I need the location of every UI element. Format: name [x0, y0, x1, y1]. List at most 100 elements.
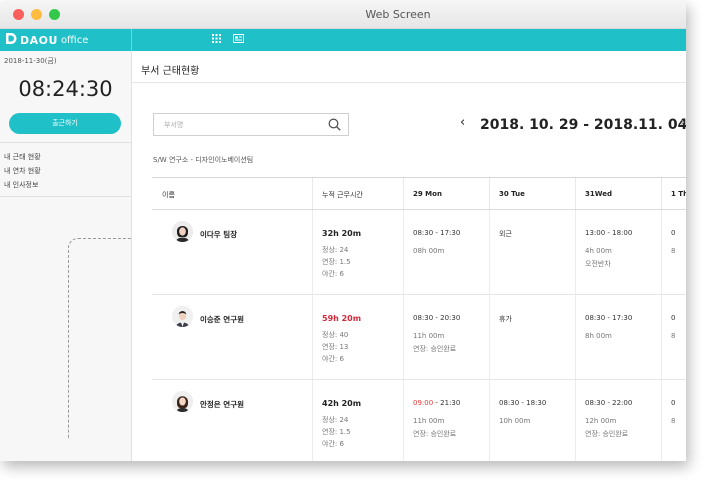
current-time-clock: 08:24:30 [18, 77, 113, 101]
regular-hours: 정상: 40 [322, 331, 349, 339]
work-status: 휴가 [499, 315, 512, 323]
avatar[interactable] [172, 391, 193, 412]
total-hours: 32h 20m [322, 229, 362, 238]
table-row[interactable]: 이승준 연구원 59h 20m 정상: 40 연장: 13 야간: 6 08:3… [152, 295, 686, 380]
column-header-day[interactable]: 29 Mon [403, 178, 490, 210]
overtime-approval: 연장: 승인완료 [413, 345, 457, 353]
work-duration: 08h 00m [413, 247, 445, 255]
day-cell[interactable]: 08:30 - 17:30 8h 00m [575, 295, 662, 379]
day-cell[interactable]: 08:30 - 17:30 08h 00m [403, 210, 490, 294]
overtime-hours: 연장: 13 [322, 343, 349, 351]
total-hours-cell: 42h 20m 정상: 24 연장: 1.5 야간: 6 [312, 380, 404, 461]
column-header-day[interactable]: 31Wed [575, 178, 662, 210]
work-duration: 8 [671, 417, 676, 425]
day-cell[interactable]: 13:00 - 18:00 4h 00m 오전반차 [575, 210, 662, 294]
sidebar-link-my-attendance[interactable]: 내 근태 현황 [4, 152, 41, 162]
overtime-hours: 연장: 1.5 [322, 258, 351, 266]
logo-mark-icon [5, 32, 17, 49]
day-cell[interactable]: 08:30 - 18:30 10h 00m [489, 380, 576, 461]
night-hours: 야간: 6 [322, 440, 344, 448]
table-row[interactable]: 안정은 연구원 42h 20m 정상: 24 연장: 1.5 야간: 6 09:… [152, 380, 686, 461]
work-time: 0 [671, 229, 676, 237]
next-week-button[interactable]: › [680, 115, 685, 130]
logo-sub: office [60, 34, 89, 46]
late-clock-in-time: 09:00 [413, 399, 434, 407]
regular-hours: 정상: 24 [322, 246, 349, 254]
total-hours-cell: 32h 20m 정상: 24 연장: 1.5 야간: 6 [312, 210, 404, 294]
total-hours: 59h 20m [322, 314, 362, 323]
work-time: 08:30 - 17:30 [585, 314, 633, 322]
card-icon[interactable] [233, 34, 244, 43]
work-time: 08:30 - 22:00 [585, 399, 633, 407]
browser-window: Web Screen DAOU office 2018-11-30(금) 08:… [0, 0, 686, 461]
department-search [153, 113, 349, 136]
day-cell[interactable]: 0 8 [661, 295, 686, 379]
work-duration: 11h 00m [413, 417, 445, 425]
attendance-table: 이름 누적 근무시간 29 Mon 30 Tue 31Wed 1 Th 이다우 … [152, 177, 686, 461]
topbar-divider [131, 29, 132, 51]
clock-out-time: - 21:30 [433, 399, 461, 407]
clock-in-button[interactable]: 출근하기 [9, 113, 121, 134]
name-cell: 이다우 팀장 [152, 210, 313, 294]
sidebar-divider [0, 142, 131, 143]
work-time: 09:00 - 21:30 [413, 399, 460, 407]
day-cell[interactable]: 0 8 [661, 380, 686, 461]
avatar[interactable] [172, 221, 193, 242]
sidebar-link-my-hr-info[interactable]: 내 인사정보 [4, 180, 38, 190]
work-duration: 11h 00m [413, 332, 445, 340]
main-content: 부서 근태현황 ‹ 2018. 10. 29 - 2018.11. 04 › S… [132, 51, 686, 461]
column-header-day[interactable]: 30 Tue [489, 178, 576, 210]
day-cell[interactable]: 08:30 - 20:30 11h 00m 연장: 승인완료 [403, 295, 490, 379]
employee-name: 안정은 연구원 [200, 400, 245, 409]
day-cell[interactable]: 0 8 [661, 210, 686, 294]
work-duration: 4h 00m [585, 247, 612, 255]
employee-name: 이승준 연구원 [200, 315, 245, 324]
search-icon[interactable] [328, 118, 341, 131]
grid-icon[interactable] [212, 34, 221, 43]
overtime-approval: 연장: 승인완료 [585, 430, 629, 438]
week-range: 2018. 10. 29 - 2018.11. 04 [480, 117, 686, 133]
work-duration: 12h 00m [585, 417, 617, 425]
work-duration: 8 [671, 332, 676, 340]
previous-week-button[interactable]: ‹ [460, 115, 465, 130]
work-duration: 10h 00m [499, 417, 531, 425]
department-path: S/W 연구소 - 디자인이노베이션팀 [153, 156, 254, 164]
sidebar-link-my-annual-leave[interactable]: 내 연차 현황 [4, 166, 41, 176]
night-hours: 야간: 6 [322, 270, 344, 278]
page-title: 부서 근태현황 [141, 66, 200, 77]
name-cell: 이승준 연구원 [152, 295, 313, 379]
day-cell[interactable]: 외근 [489, 210, 576, 294]
work-time: 08:30 - 20:30 [413, 314, 461, 322]
regular-hours: 정상: 24 [322, 416, 349, 424]
column-header-total-hours[interactable]: 누적 근무시간 [312, 178, 404, 210]
sidebar-divider [0, 196, 131, 197]
work-time: 13:00 - 18:00 [585, 229, 633, 237]
overtime-approval: 연장: 승인완료 [413, 430, 457, 438]
name-cell: 안정은 연구원 [152, 380, 313, 461]
employee-name: 이다우 팀장 [200, 230, 238, 239]
day-cell[interactable]: 휴가 [489, 295, 576, 379]
window-titlebar: Web Screen [0, 0, 686, 29]
avatar[interactable] [172, 306, 193, 327]
app-topbar: DAOU office [0, 29, 686, 51]
daou-office-logo[interactable]: DAOU office [5, 32, 88, 48]
leave-type: 오전반차 [585, 260, 611, 268]
work-time: 08:30 - 18:30 [499, 399, 547, 407]
day-cell[interactable]: 09:00 - 21:30 11h 00m 연장: 승인완료 [403, 380, 490, 461]
title-divider [132, 82, 686, 83]
column-header-day[interactable]: 1 Th [661, 178, 686, 210]
day-cell[interactable]: 08:30 - 22:00 12h 00m 연장: 승인완료 [575, 380, 662, 461]
work-time: 08:30 - 17:30 [413, 229, 461, 237]
work-duration: 8h 00m [585, 332, 612, 340]
night-hours: 야간: 6 [322, 355, 344, 363]
table-row[interactable]: 이다우 팀장 32h 20m 정상: 24 연장: 1.5 야간: 6 08:3… [152, 210, 686, 295]
column-header-name[interactable]: 이름 [152, 178, 313, 210]
work-time: 0 [671, 399, 676, 407]
today-date: 2018-11-30(금) [4, 57, 57, 65]
department-search-input[interactable] [154, 114, 324, 135]
logo-brand: DAOU [20, 33, 58, 47]
window-title: Web Screen [365, 8, 431, 21]
total-hours: 42h 20m [322, 399, 362, 408]
work-duration: 8 [671, 247, 676, 255]
overtime-hours: 연장: 1.5 [322, 428, 351, 436]
